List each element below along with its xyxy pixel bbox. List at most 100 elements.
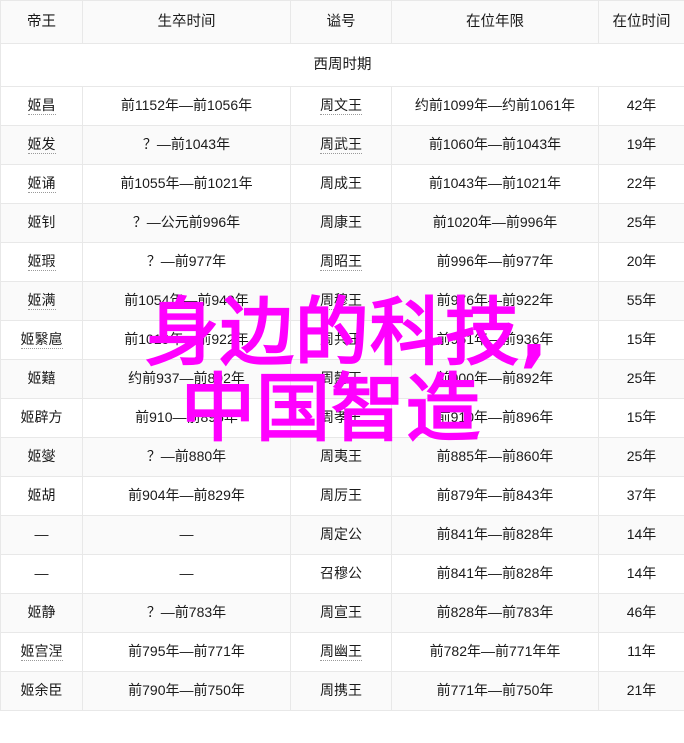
table-row: 姬辟方 前910—前896年 周孝王 前910年—前896年 15年 (0, 398, 684, 438)
cell-posthumous-text: 周武王 (320, 136, 362, 155)
cell-name: 姬燮 (0, 437, 83, 477)
cell-name: — (0, 554, 83, 594)
cell-life: — (82, 515, 291, 555)
cell-name: — (0, 515, 83, 555)
cell-posthumous: 周厉王 (290, 476, 392, 516)
cell-name: 姬辟方 (0, 398, 83, 438)
cell-life: ？—前1043年 (82, 125, 291, 165)
table-row: 姬发 ？—前1043年 周武王 前1060年—前1043年 19年 (0, 125, 684, 165)
cell-life: 前790年—前750年 (82, 671, 291, 711)
table-row: 姬胡 前904年—前829年 周厉王 前879年—前843年 37年 (0, 476, 684, 516)
cell-posthumous: 周幽王 (290, 632, 392, 672)
cell-posthumous: 周共王 (290, 320, 392, 360)
cell-life: — (82, 554, 291, 594)
cell-posthumous: 周携王 (290, 671, 392, 711)
cell-posthumous: 周宣王 (290, 593, 392, 633)
cell-life: 前904年—前829年 (82, 476, 291, 516)
cell-life: 前1019年—前922年 (82, 320, 291, 360)
cell-name-text: 姬诵 (27, 175, 56, 194)
cell-reign-years: 前879年—前843年 (391, 476, 599, 516)
table-row: 姬静 ？—前783年 周宣王 前828年—前783年 46年 (0, 593, 684, 633)
cell-name: 姬钊 (0, 203, 83, 243)
table-row: 姬余臣 前790年—前750年 周携王 前771年—前750年 21年 (0, 671, 684, 711)
cell-reign-duration: 46年 (598, 593, 684, 633)
cell-life: 前1054年—前949年 (82, 281, 291, 321)
cell-name: 姬囏 (0, 359, 83, 399)
cell-posthumous: 周武王 (290, 125, 392, 165)
column-header-reign-years: 在位年限 (391, 0, 599, 44)
cell-reign-duration: 25年 (598, 359, 684, 399)
cell-reign-years: 前996年—前977年 (391, 242, 599, 282)
cell-reign-duration: 22年 (598, 164, 684, 204)
table-header: 帝王 生卒时间 谥号 在位年限 在位时间 (0, 0, 684, 44)
cell-life: 前1152年—前1056年 (82, 86, 291, 126)
cell-posthumous-text: 周文王 (320, 97, 362, 116)
cell-name-text: 姬昌 (27, 97, 56, 116)
table-header-row: 帝王 生卒时间 谥号 在位年限 在位时间 (0, 0, 684, 44)
column-header-life: 生卒时间 (82, 0, 291, 44)
table-row: 姬瑕 ？—前977年 周昭王 前996年—前977年 20年 (0, 242, 684, 282)
cell-life: ？—前880年 (82, 437, 291, 477)
cell-reign-years: 前771年—前750年 (391, 671, 599, 711)
cell-posthumous: 周穆王 (290, 281, 392, 321)
cell-reign-years: 约前1099年—约前1061年 (391, 86, 599, 126)
cell-name-text: 姬发 (27, 136, 56, 155)
cell-name: 姬繄扈 (0, 320, 83, 360)
table-body: 西周时期 姬昌 前1152年—前1056年 周文王 约前1099年—约前1061年 42… (0, 43, 684, 711)
cell-name: 姬静 (0, 593, 83, 633)
cell-reign-duration: 42年 (598, 86, 684, 126)
section-header-row: 西周时期 (0, 43, 684, 87)
cell-posthumous: 周夷王 (290, 437, 392, 477)
cell-posthumous-text: 周穆王 (320, 292, 362, 311)
cell-life: 约前937—前892年 (82, 359, 291, 399)
table-row: 姬繄扈 前1019年—前922年 周共王 前951年—前936年 15年 (0, 320, 684, 360)
table-row: — — 召穆公 前841年—前828年 14年 (0, 554, 684, 594)
cell-reign-duration: 14年 (598, 515, 684, 555)
cell-name: 姬满 (0, 281, 83, 321)
table-row: 姬宫涅 前795年—前771年 周幽王 前782年—前771年年 11年 (0, 632, 684, 672)
cell-name: 姬诵 (0, 164, 83, 204)
cell-reign-duration: 14年 (598, 554, 684, 594)
cell-posthumous: 周昭王 (290, 242, 392, 282)
cell-posthumous: 周孝王 (290, 398, 392, 438)
table-row: 姬燮 ？—前880年 周夷王 前885年—前860年 25年 (0, 437, 684, 477)
cell-name-text: 姬繄扈 (20, 331, 63, 350)
cell-life: ？—前977年 (82, 242, 291, 282)
cell-reign-duration: 19年 (598, 125, 684, 165)
section-header-label: 西周时期 (0, 43, 684, 87)
cell-name-text: 姬满 (27, 292, 56, 311)
cell-reign-duration: 25年 (598, 437, 684, 477)
cell-reign-years: 前885年—前860年 (391, 437, 599, 477)
cell-name: 姬胡 (0, 476, 83, 516)
cell-reign-duration: 25年 (598, 203, 684, 243)
cell-life: ？—公元前996年 (82, 203, 291, 243)
column-header-name: 帝王 (0, 0, 83, 44)
table-row: 姬满 前1054年—前949年 周穆王 前976年—前922年 55年 (0, 281, 684, 321)
cell-name: 姬余臣 (0, 671, 83, 711)
emperor-dynasty-table: 帝王 生卒时间 谥号 在位年限 在位时间 西周时期 姬昌 前1152年—前1056… (0, 0, 684, 711)
cell-reign-years: 前1060年—前1043年 (391, 125, 599, 165)
cell-name-text: 姬宫涅 (20, 643, 63, 662)
cell-reign-years: 前951年—前936年 (391, 320, 599, 360)
cell-life: ？—前783年 (82, 593, 291, 633)
table-row: 姬钊 ？—公元前996年 周康王 前1020年—前996年 25年 (0, 203, 684, 243)
cell-reign-years: 前841年—前828年 (391, 515, 599, 555)
cell-life: 前1055年—前1021年 (82, 164, 291, 204)
cell-posthumous: 周懿王 (290, 359, 392, 399)
cell-reign-duration: 37年 (598, 476, 684, 516)
cell-reign-duration: 55年 (598, 281, 684, 321)
cell-reign-years: 前976年—前922年 (391, 281, 599, 321)
cell-reign-years: 前1043年—前1021年 (391, 164, 599, 204)
cell-reign-years: 前828年—前783年 (391, 593, 599, 633)
cell-reign-years: 前841年—前828年 (391, 554, 599, 594)
cell-posthumous: 召穆公 (290, 554, 392, 594)
cell-reign-years: 前910年—前896年 (391, 398, 599, 438)
cell-name: 姬昌 (0, 86, 83, 126)
cell-posthumous: 周成王 (290, 164, 392, 204)
cell-life: 前910—前896年 (82, 398, 291, 438)
cell-posthumous: 周康王 (290, 203, 392, 243)
cell-reign-duration: 15年 (598, 320, 684, 360)
cell-reign-duration: 15年 (598, 398, 684, 438)
cell-posthumous-text: 周昭王 (320, 253, 362, 272)
table-row: 姬昌 前1152年—前1056年 周文王 约前1099年—约前1061年 42年 (0, 86, 684, 126)
